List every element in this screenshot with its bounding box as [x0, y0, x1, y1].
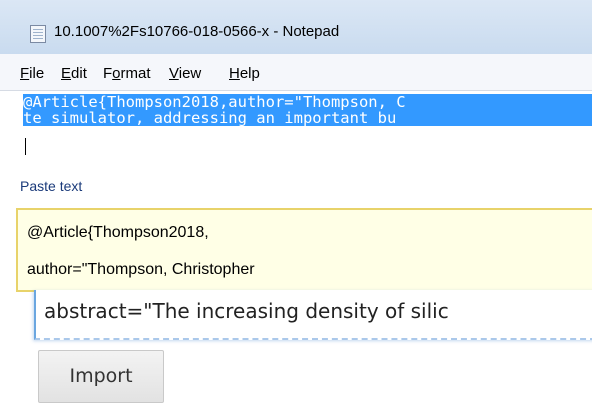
menu-file[interactable]: File: [20, 65, 44, 82]
text-caret: [25, 138, 26, 155]
menu-help-accel: H: [229, 65, 240, 82]
menu-view-rest: iew: [178, 65, 202, 82]
menu-view-accel: V: [169, 65, 179, 82]
import-button[interactable]: Import: [38, 350, 164, 403]
notepad-titlebar[interactable]: 10.1007%2Fs10766-018-0566-x - Notepad: [0, 0, 592, 54]
notepad-icon: [30, 25, 46, 43]
menu-file-accel: F: [20, 65, 30, 82]
selected-text-line: @Article{Thompson2018,author="Thompson, …: [23, 94, 592, 110]
notepad-window: 10.1007%2Fs10766-018-0566-x - Notepad Fi…: [0, 0, 592, 168]
paste-text-label: Paste text: [20, 178, 83, 194]
menu-edit[interactable]: Edit: [61, 65, 87, 82]
abstract-input[interactable]: abstract="The increasing density of sili…: [34, 290, 592, 340]
menu-help[interactable]: Help: [229, 65, 260, 82]
menu-edit-rest: dit: [71, 65, 87, 82]
paste-text-area[interactable]: @Article{Thompson2018, author="Thompson,…: [16, 208, 592, 292]
paste-text-line: author="Thompson, Christopher: [27, 261, 255, 278]
menu-format[interactable]: Format: [103, 65, 151, 82]
menu-bar: File Edit Format View Help: [0, 54, 592, 91]
paste-text-line: @Article{Thompson2018,: [27, 224, 209, 241]
menu-view[interactable]: View: [169, 65, 201, 82]
menu-format-rest: rmat: [120, 65, 151, 82]
menu-file-rest: ile: [29, 65, 45, 82]
menu-format-accel: o: [112, 65, 121, 82]
menu-help-rest: elp: [239, 65, 260, 82]
window-title: 10.1007%2Fs10766-018-0566-x - Notepad: [54, 23, 340, 40]
menu-format-pre: F: [103, 65, 113, 82]
menu-edit-accel: E: [61, 65, 72, 82]
selected-text-line: te simulator, addressing an important bu: [23, 110, 592, 126]
notepad-text-area[interactable]: @Article{Thompson2018,author="Thompson, …: [23, 92, 592, 168]
abstract-text: abstract="The increasing density of sili…: [44, 299, 449, 323]
